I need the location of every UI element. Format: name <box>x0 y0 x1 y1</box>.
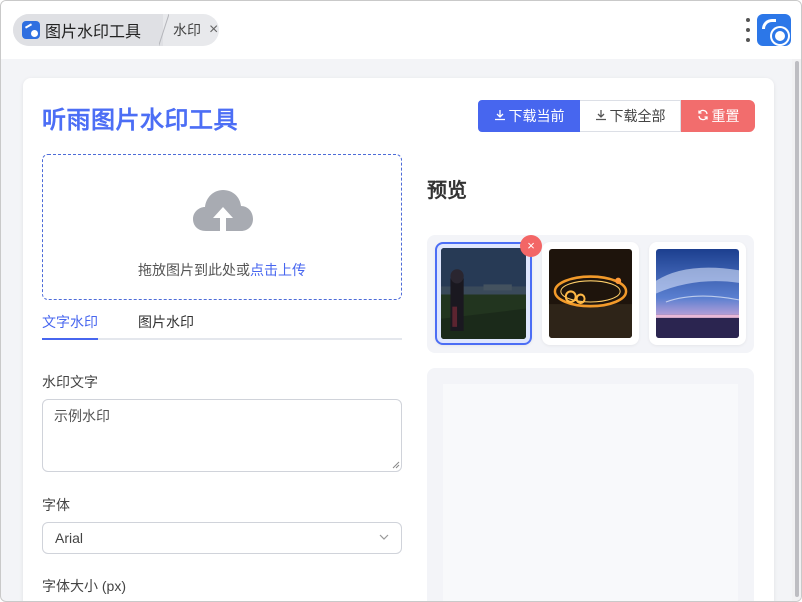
upload-dropzone[interactable]: 拖放图片到此处或点击上传 <box>42 154 402 300</box>
thumbnail-anime-night-field[interactable] <box>435 242 532 345</box>
thumbnail-image <box>441 248 526 339</box>
resize-handle-icon[interactable] <box>392 461 400 469</box>
download-icon <box>494 109 506 124</box>
thumbnail-fire-ring[interactable] <box>542 242 639 345</box>
upload-hint: 拖放图片到此处或点击上传 <box>43 260 401 280</box>
tab-group: 图片水印工具 水印 × <box>13 14 219 46</box>
refresh-icon <box>697 109 709 124</box>
reset-label: 重置 <box>711 108 740 124</box>
download-current-label: 下载当前 <box>508 108 565 124</box>
font-label: 字体 <box>42 497 70 513</box>
tab-text-watermark[interactable]: 文字水印 <box>42 312 98 332</box>
app-icon <box>22 21 40 39</box>
app-window: 图片水印工具 水印 × 听雨图片水印工具 下载当前 下载全部 重置 拖放图片到此… <box>0 0 802 602</box>
main-card: 听雨图片水印工具 下载当前 下载全部 重置 拖放图片到此处或点击上传 文字水印 … <box>23 78 774 601</box>
action-buttons: 下载当前 下载全部 重置 <box>478 100 755 132</box>
more-menu-icon[interactable] <box>745 18 751 42</box>
tab-separator <box>159 14 169 46</box>
tab-watermark[interactable]: 水印 × <box>173 14 218 46</box>
preview-area <box>427 368 754 601</box>
thumbnail-image <box>549 249 632 338</box>
watermark-text-input[interactable] <box>42 399 402 472</box>
remove-thumbnail-button[interactable]: × <box>520 235 542 257</box>
thumbnail-image <box>656 249 739 338</box>
download-all-button[interactable]: 下载全部 <box>580 100 681 132</box>
font-size-label: 字体大小 (px) <box>42 578 126 594</box>
app-logo-icon[interactable] <box>757 14 791 46</box>
tab-app-label: 图片水印工具 <box>45 24 142 41</box>
active-tab-indicator <box>42 338 98 340</box>
page-title: 听雨图片水印工具 <box>42 107 238 134</box>
download-current-button[interactable]: 下载当前 <box>478 100 580 132</box>
close-icon[interactable]: × <box>209 22 218 38</box>
thumbnail-strip: × <box>427 235 754 353</box>
scrollbar-thumb[interactable] <box>795 61 799 597</box>
tab-watermark-label: 水印 <box>173 22 201 38</box>
download-icon <box>595 109 607 124</box>
tab-bar: 图片水印工具 水印 × <box>1 1 801 59</box>
preview-canvas <box>443 384 738 601</box>
cloud-upload-icon <box>193 190 253 231</box>
tab-app[interactable]: 图片水印工具 <box>13 14 163 46</box>
reset-button[interactable]: 重置 <box>681 100 755 132</box>
font-select-value: Arial <box>55 530 84 546</box>
watermark-text-label: 水印文字 <box>42 374 98 390</box>
font-select[interactable]: Arial <box>42 522 402 554</box>
chevron-down-icon <box>379 534 389 540</box>
tab-image-watermark[interactable]: 图片水印 <box>138 312 194 332</box>
upload-hint-text: 拖放图片到此处或 <box>138 262 250 278</box>
preview-title: 预览 <box>427 180 467 202</box>
thumbnail-starry-sky[interactable] <box>649 242 746 345</box>
watermark-type-tabs: 文字水印 图片水印 <box>42 308 402 340</box>
upload-link[interactable]: 点击上传 <box>250 262 306 278</box>
download-all-label: 下载全部 <box>609 108 666 124</box>
